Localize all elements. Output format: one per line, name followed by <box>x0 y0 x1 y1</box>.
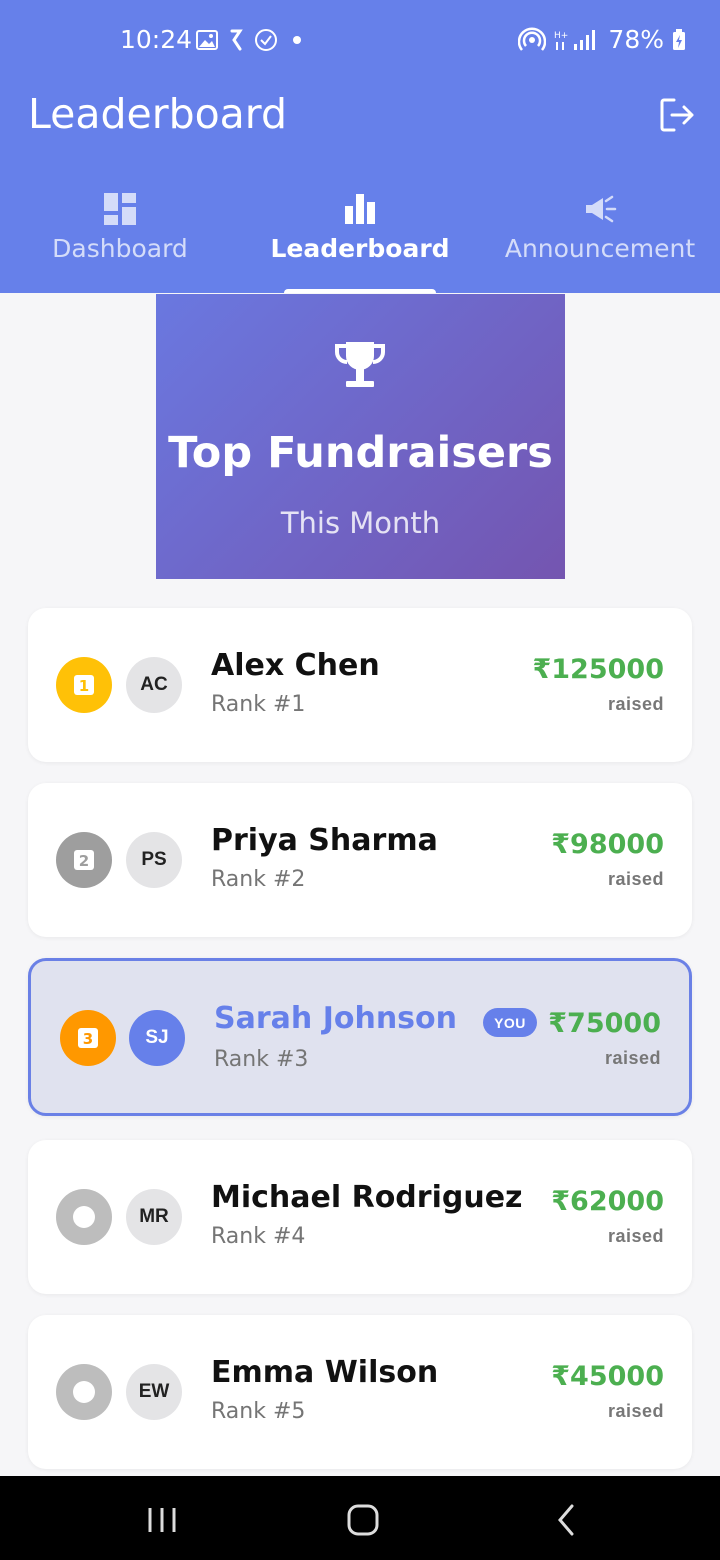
raised-label: raised <box>607 694 664 714</box>
leaderboard-card[interactable]: 2 PS Priya Sharma Rank #2 ₹98000 raised <box>28 783 692 937</box>
leaderboard-card-current-user[interactable]: 3 SJ Sarah Johnson Rank #3 YOU ₹75000 ra… <box>28 958 692 1116</box>
leaderboard-card[interactable]: MR Michael Rodriguez Rank #4 ₹62000 rais… <box>28 1140 692 1294</box>
avatar: EW <box>126 1364 182 1420</box>
raised-label: raised <box>607 1401 664 1421</box>
amount-raised: ₹45000 <box>551 1361 664 1392</box>
leaderboard-card[interactable]: 1 AC Alex Chen Rank #1 ₹125000 raised <box>28 608 692 762</box>
tab-dashboard[interactable]: Dashboard <box>0 186 240 293</box>
top-fundraisers-banner: Top Fundraisers This Month <box>156 294 565 579</box>
medal-bronze-icon: 3 <box>60 1010 116 1066</box>
amount-raised: ₹98000 <box>551 829 664 860</box>
avatar: PS <box>126 832 182 888</box>
raised-label: raised <box>604 1048 661 1068</box>
amount-raised: ₹125000 <box>532 654 664 685</box>
hotspot-icon <box>518 26 547 51</box>
tab-label: Leaderboard <box>270 234 450 263</box>
system-indicators: H+ 78% <box>518 25 686 54</box>
banner-title: Top Fundraisers <box>168 428 553 478</box>
rank-label: Rank #3 <box>214 1047 309 1072</box>
status-time: 10:24 <box>120 25 193 54</box>
svg-text:3: 3 <box>83 1030 93 1048</box>
avatar: AC <box>126 657 182 713</box>
tab-label: Announcement <box>504 234 696 263</box>
fundraiser-name: Alex Chen <box>211 648 380 683</box>
leaderboard-card[interactable]: EW Emma Wilson Rank #5 ₹45000 raised <box>28 1315 692 1469</box>
signal-icon: H+ <box>554 29 596 50</box>
tab-announcement[interactable]: Announcement <box>480 186 720 293</box>
tab-leaderboard[interactable]: Leaderboard <box>240 186 480 293</box>
rank-circle-icon <box>56 1189 112 1245</box>
active-tab-indicator <box>284 289 436 293</box>
app-header: 10:24 H+ 78% Leaderboard Dashboard Leade… <box>0 0 720 293</box>
svg-text:H+: H+ <box>554 31 568 41</box>
tab-bar: Dashboard Leaderboard Announcement <box>0 186 720 293</box>
raised-label: raised <box>607 869 664 889</box>
dot-icon <box>293 36 301 44</box>
bar-chart-icon <box>345 194 375 224</box>
notification-icons <box>196 28 306 52</box>
battery-percent: 78% <box>608 25 664 54</box>
medal-gold-icon: 1 <box>56 657 112 713</box>
recent-apps-icon[interactable] <box>142 1500 182 1540</box>
raised-label: raised <box>607 1226 664 1246</box>
you-badge: YOU <box>483 1008 537 1037</box>
medal-silver-icon: 2 <box>56 832 112 888</box>
svg-text:1: 1 <box>79 677 89 695</box>
rank-label: Rank #4 <box>211 1224 306 1249</box>
rank-label: Rank #1 <box>211 692 306 717</box>
page-title: Leaderboard <box>28 90 287 138</box>
system-navigation-bar <box>0 1476 720 1560</box>
megaphone-icon <box>586 195 617 223</box>
home-icon[interactable] <box>343 1500 383 1540</box>
fundraiser-name: Emma Wilson <box>211 1355 439 1390</box>
fundraiser-name: Michael Rodriguez <box>211 1180 523 1215</box>
fundraiser-name: Priya Sharma <box>211 823 438 858</box>
rank-label: Rank #2 <box>211 867 306 892</box>
svg-text:2: 2 <box>79 852 89 870</box>
check-circle-icon <box>255 29 277 51</box>
rank-label: Rank #5 <box>211 1399 306 1424</box>
app-notification-icon <box>230 29 243 51</box>
amount-raised: ₹62000 <box>551 1186 664 1217</box>
avatar: MR <box>126 1189 182 1245</box>
rank-circle-icon <box>56 1364 112 1420</box>
back-icon[interactable] <box>546 1500 586 1540</box>
banner-subtitle: This Month <box>280 506 441 540</box>
status-bar: 10:24 H+ 78% <box>0 0 720 80</box>
amount-raised: ₹75000 <box>548 1008 661 1039</box>
dashboard-icon <box>104 193 136 225</box>
logout-icon[interactable] <box>658 96 696 134</box>
battery-charging-icon <box>673 28 685 50</box>
avatar: SJ <box>129 1010 185 1066</box>
trophy-icon <box>335 342 385 387</box>
fundraiser-name: Sarah Johnson <box>214 1001 458 1036</box>
tab-label: Dashboard <box>52 234 188 263</box>
image-icon <box>196 30 218 50</box>
